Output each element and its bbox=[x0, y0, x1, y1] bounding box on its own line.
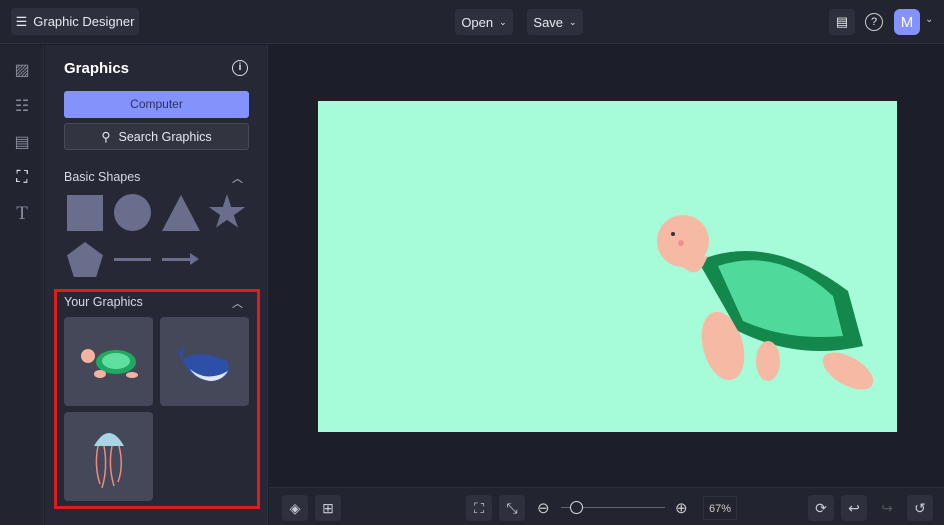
whale-graphic-tile[interactable] bbox=[160, 317, 249, 406]
grid-icon[interactable]: ⊞ bbox=[315, 495, 341, 521]
chevron-down-icon[interactable]: ⌄ bbox=[925, 14, 933, 25]
chevron-down-icon: ⌄ bbox=[569, 16, 577, 27]
help-icon[interactable]: ? bbox=[865, 13, 883, 31]
search-icon: ⚲ bbox=[101, 130, 111, 144]
circle-shape[interactable] bbox=[114, 194, 151, 231]
panel-title: Graphics bbox=[64, 60, 130, 77]
design-canvas[interactable] bbox=[318, 101, 897, 432]
layout-icon[interactable]: ▤ bbox=[0, 124, 44, 160]
square-shape[interactable] bbox=[67, 195, 103, 231]
shrink-icon[interactable]: ⤡ bbox=[499, 495, 525, 521]
app-menu-button[interactable]: ☰ Graphic Designer bbox=[11, 8, 139, 35]
search-label: Search Graphics bbox=[118, 129, 212, 144]
your-graphics-heading: Your Graphics bbox=[64, 295, 143, 309]
shapes-icon[interactable]: ⛶ bbox=[0, 160, 44, 196]
redo-icon[interactable]: ↪ bbox=[874, 495, 900, 521]
sliders-icon[interactable]: ☷ bbox=[0, 88, 44, 124]
triangle-shape[interactable] bbox=[162, 195, 200, 231]
text-icon[interactable]: T bbox=[0, 196, 44, 232]
layers-icon[interactable]: ◈ bbox=[282, 495, 308, 521]
zoom-out-icon[interactable]: ⊖ bbox=[537, 499, 550, 517]
chevron-down-icon: ⌄ bbox=[499, 16, 507, 27]
save-label: Save bbox=[533, 14, 564, 30]
undo-icon[interactable]: ↩ bbox=[841, 495, 867, 521]
zoom-in-icon[interactable]: ⊕ bbox=[675, 499, 688, 517]
zoom-slider-handle[interactable] bbox=[570, 501, 583, 514]
chevron-up-icon[interactable]: ︿ bbox=[232, 170, 243, 186]
pentagon-shape[interactable] bbox=[67, 242, 103, 277]
jellyfish-graphic-tile[interactable] bbox=[64, 412, 153, 501]
bottom-toolbar: ◈ ⊞ ⛶ ⤡ ⊖ ⊕ 67% ⟳ ↩ ↪ ↺ bbox=[269, 487, 944, 525]
open-label: Open bbox=[461, 14, 494, 30]
zoom-level[interactable]: 67% bbox=[703, 496, 737, 520]
graphics-panel: Graphics i Computer ⚲ Search Graphics Bas… bbox=[45, 45, 268, 525]
basic-shapes-heading: Basic Shapes bbox=[64, 170, 141, 184]
arrow-shape[interactable] bbox=[162, 258, 192, 261]
fit-screen-icon[interactable]: ⛶ bbox=[466, 495, 492, 521]
open-button[interactable]: Open ⌄ bbox=[455, 9, 513, 35]
image-icon[interactable]: ▨ bbox=[0, 52, 44, 88]
search-graphics-button[interactable]: ⚲ Search Graphics bbox=[64, 123, 249, 150]
star-shape[interactable] bbox=[208, 194, 246, 228]
turtle-graphic-tile[interactable] bbox=[64, 317, 153, 406]
app-title: Graphic Designer bbox=[33, 14, 135, 29]
turtle-graphic[interactable] bbox=[648, 211, 888, 411]
swap-icon[interactable]: ⟳ bbox=[808, 495, 834, 521]
info-icon[interactable]: i bbox=[232, 60, 248, 76]
chevron-up-icon[interactable]: ︿ bbox=[232, 295, 243, 311]
top-bar: ☰ Graphic Designer Open ⌄ Save ⌄ ▤ ? M ⌄ bbox=[0, 0, 944, 44]
avatar-initial: M bbox=[900, 13, 914, 31]
tool-rail: ▨ ☷ ▤ ⛶ T bbox=[0, 45, 44, 525]
save-button[interactable]: Save ⌄ bbox=[527, 9, 583, 35]
line-shape[interactable] bbox=[114, 258, 151, 261]
avatar[interactable]: M bbox=[894, 9, 920, 35]
arrow-head bbox=[190, 253, 199, 265]
comments-icon[interactable]: ▤ bbox=[829, 9, 855, 35]
history-icon[interactable]: ↺ bbox=[907, 495, 933, 521]
computer-button[interactable]: Computer bbox=[64, 91, 249, 118]
hamburger-icon: ☰ bbox=[15, 13, 28, 29]
